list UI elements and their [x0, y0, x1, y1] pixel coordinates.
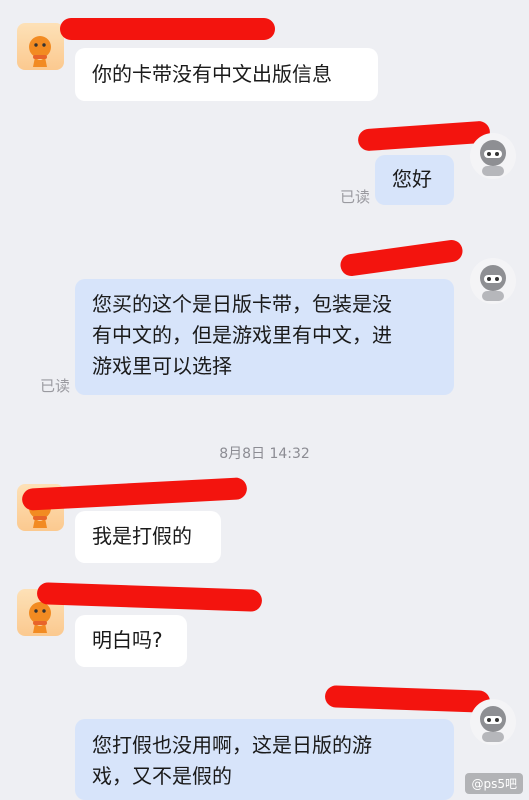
message-line: 游戏里可以选择	[92, 354, 232, 378]
read-receipt: 已读	[340, 188, 371, 206]
message-bubble[interactable]: 我是打假的	[75, 511, 221, 563]
user-avatar[interactable]	[470, 133, 516, 179]
redacted-name	[21, 477, 248, 511]
robot-avatar-icon	[480, 706, 506, 742]
robot-avatar-icon	[480, 265, 506, 301]
message-line: 您打假也没用啊，这是日版的游	[92, 733, 372, 757]
message-line: 有中文的，但是游戏里有中文，进	[92, 323, 392, 347]
message-bubble[interactable]: 你的卡带没有中文出版信息	[75, 48, 378, 101]
message-text: 明白吗?	[92, 628, 163, 652]
timestamp: 8月8日 14:32	[219, 446, 310, 462]
sender-avatar[interactable]	[17, 23, 64, 70]
user-avatar[interactable]	[470, 699, 516, 745]
orange-mascot-avatar-icon	[29, 36, 51, 67]
redacted-name	[324, 685, 491, 713]
redacted-name	[60, 18, 275, 40]
message-text: 你的卡带没有中文出版信息	[92, 62, 332, 86]
redacted-name	[339, 238, 464, 278]
message-text: 我是打假的	[92, 524, 192, 548]
watermark: @ps5吧	[465, 773, 523, 794]
robot-avatar-icon	[480, 140, 506, 176]
user-avatar[interactable]	[470, 258, 516, 304]
message-bubble[interactable]: 您好	[375, 155, 454, 205]
message-bubble[interactable]: 您打假也没用啊，这是日版的游 戏，又不是假的	[75, 719, 454, 800]
message-line: 您买的这个是日版卡带，包装是没	[92, 292, 392, 316]
message-line: 戏，又不是假的	[92, 764, 232, 788]
message-text: 您好	[392, 167, 432, 191]
redacted-name	[36, 582, 263, 612]
message-bubble[interactable]: 您买的这个是日版卡带，包装是没 有中文的，但是游戏里有中文，进 游戏里可以选择	[75, 279, 454, 395]
read-receipt: 已读	[40, 377, 71, 395]
message-bubble[interactable]: 明白吗?	[75, 615, 187, 667]
